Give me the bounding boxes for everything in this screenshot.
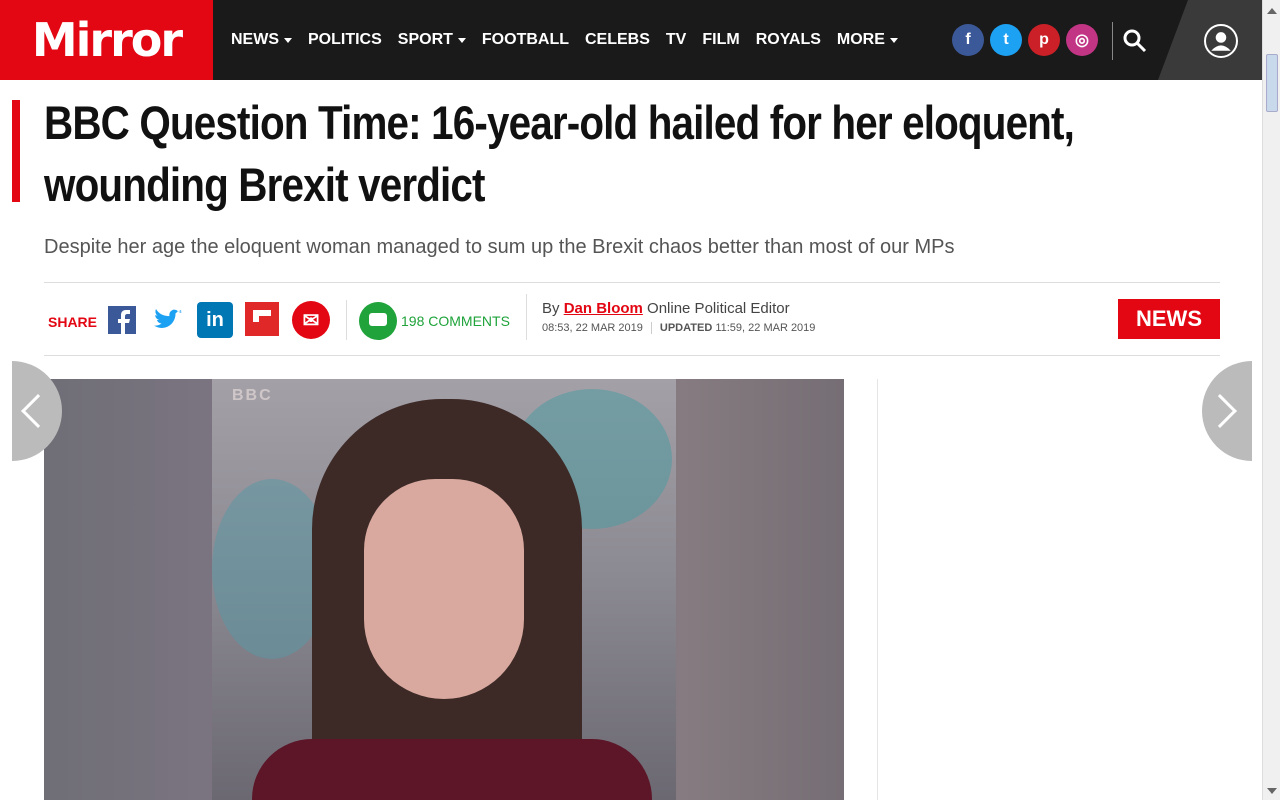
nav-item-film[interactable]: FILM: [702, 31, 739, 49]
headline-line-2: wounding Brexit verdict: [44, 158, 485, 211]
nav-item-celebs[interactable]: CELEBS: [585, 31, 650, 49]
nav-item-news[interactable]: NEWS: [231, 31, 292, 49]
article-headline: BBC Question Time: 16-year-old hailed fo…: [44, 92, 1214, 216]
comments-icon[interactable]: [359, 302, 397, 340]
divider-top: [44, 282, 1220, 283]
scroll-thumb[interactable]: [1266, 54, 1278, 112]
twitter-share-icon[interactable]: [150, 302, 186, 338]
user-account-icon[interactable]: [1204, 24, 1238, 58]
nav-label: FILM: [702, 31, 740, 48]
published-time: 08:53, 22 MAR 2019: [542, 322, 643, 334]
updated-label: UPDATED: [659, 322, 713, 334]
nav-label: CELEBS: [585, 31, 650, 48]
scroll-down-arrow[interactable]: [1267, 788, 1277, 794]
section-badge[interactable]: NEWS: [1118, 299, 1220, 339]
scroll-up-arrow[interactable]: [1267, 8, 1277, 14]
facebook-icon[interactable]: f: [952, 24, 984, 56]
article-subheading: Despite her age the eloquent woman manag…: [44, 236, 955, 258]
article-dates: 08:53, 22 MAR 2019 UPDATED 11:59, 22 MAR…: [542, 322, 815, 334]
person-face: [364, 479, 524, 699]
facebook-share-icon[interactable]: [104, 302, 140, 338]
person-shirt: [252, 739, 652, 800]
byline: By Dan Bloom Online Political Editor: [542, 300, 790, 317]
nav-item-tv[interactable]: TV: [666, 31, 686, 49]
nav-label: NEWS: [231, 31, 279, 48]
chevron-down-icon: [284, 37, 292, 43]
nav-label: ROYALS: [755, 31, 821, 48]
main-nav: NEWS POLITICS SPORT FOOTBALL CELEBS TV F…: [231, 0, 914, 80]
search-icon[interactable]: [1122, 28, 1148, 54]
pinterest-icon[interactable]: p: [1028, 24, 1060, 56]
author-link[interactable]: Dan Bloom: [564, 300, 643, 317]
updated-value: 11:59, 22 MAR 2019: [715, 322, 816, 334]
header-divider: [1112, 22, 1113, 60]
share-divider: [346, 300, 347, 340]
byline-prefix: By: [542, 300, 560, 317]
page: Mirror NEWS POLITICS SPORT FOOTBALL CELE…: [0, 0, 1280, 800]
site-header: Mirror NEWS POLITICS SPORT FOOTBALL CELE…: [0, 0, 1262, 80]
bbc-watermark: BBC: [232, 387, 273, 404]
nav-label: FOOTBALL: [481, 31, 569, 48]
social-links: f t p ◎: [952, 24, 1104, 56]
nav-label: POLITICS: [308, 31, 382, 48]
chevron-left-icon: [21, 394, 55, 428]
nav-item-more[interactable]: MORE: [837, 31, 898, 49]
author-role: Online Political Editor: [647, 300, 790, 317]
chevron-down-icon: [889, 37, 898, 43]
nav-label: MORE: [836, 31, 885, 48]
sidebar-divider: [877, 379, 878, 800]
instagram-icon[interactable]: ◎: [1066, 24, 1098, 56]
nav-item-politics[interactable]: POLITICS: [308, 31, 382, 49]
nav-item-sport[interactable]: SPORT: [398, 31, 466, 49]
divider-bottom: [44, 355, 1220, 356]
vertical-scrollbar[interactable]: [1262, 0, 1280, 800]
flipboard-share-glyph: [245, 302, 279, 336]
updated-time: UPDATED 11:59, 22 MAR 2019: [650, 322, 816, 334]
nav-item-football[interactable]: FOOTBALL: [482, 31, 569, 49]
chevron-down-icon: [457, 37, 466, 43]
headline-line-1: BBC Question Time: 16-year-old hailed fo…: [44, 96, 1075, 149]
mirror-logo[interactable]: Mirror: [0, 0, 213, 80]
flipboard-share-icon[interactable]: [245, 302, 279, 336]
nav-label: TV: [665, 31, 687, 48]
share-label: SHARE: [48, 314, 98, 330]
email-share-icon[interactable]: ✉: [292, 301, 330, 339]
linkedin-share-icon[interactable]: in: [197, 302, 233, 338]
facebook-share-glyph: [108, 306, 136, 334]
next-article-button[interactable]: [1202, 361, 1252, 461]
video-still: BBC: [212, 379, 676, 800]
chevron-right-icon: [1203, 394, 1237, 428]
nav-label: SPORT: [397, 31, 453, 48]
comments-count[interactable]: 198 COMMENTS: [401, 313, 510, 329]
twitter-share-glyph: [154, 309, 182, 328]
logo-text: Mirror: [31, 13, 183, 67]
byline-divider: [526, 294, 527, 340]
hero-image[interactable]: BBC: [44, 379, 844, 800]
twitter-icon[interactable]: t: [990, 24, 1022, 56]
nav-item-royals[interactable]: ROYALS: [756, 31, 821, 49]
headline-accent-bar: [12, 100, 20, 202]
